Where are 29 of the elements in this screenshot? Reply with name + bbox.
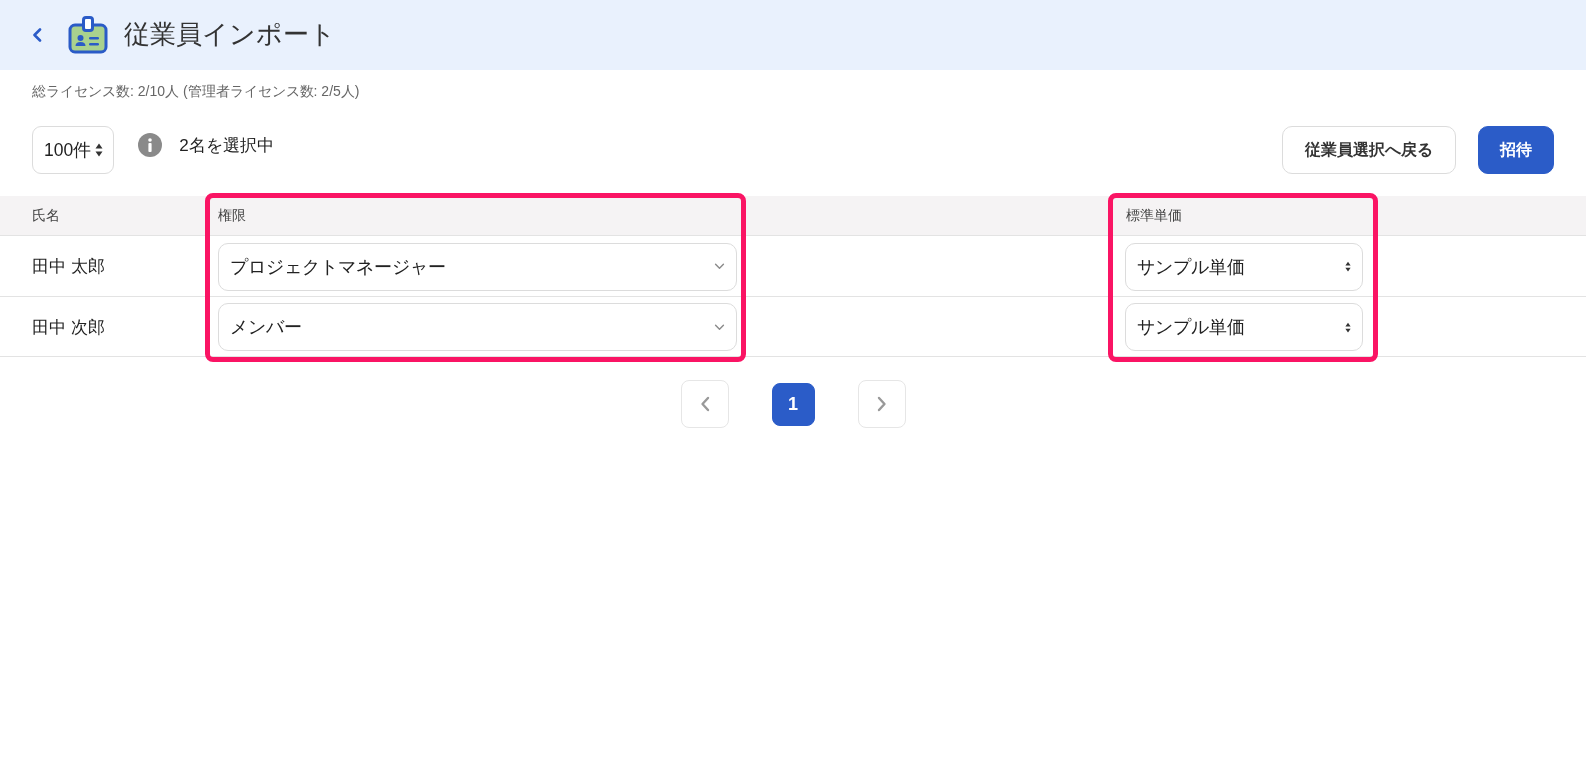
invite-button[interactable]: 招待 xyxy=(1478,126,1554,174)
back-to-selection-button[interactable]: 従業員選択へ戻る xyxy=(1282,126,1456,174)
employee-name: 田中 次郎 xyxy=(32,316,105,339)
up-down-arrows-icon xyxy=(1345,261,1351,272)
unit-price-select[interactable]: サンプル単価 xyxy=(1125,303,1363,351)
up-down-arrows-icon xyxy=(95,143,104,157)
selection-count: 2名を選択中 xyxy=(179,134,274,157)
next-page-button[interactable] xyxy=(857,380,906,428)
license-summary: 総ライセンス数: 2/10人 (管理者ライセンス数: 2/5人) xyxy=(32,82,361,100)
back-button[interactable] xyxy=(30,25,44,45)
page-number-button[interactable]: 1 xyxy=(771,382,815,426)
chevron-down-icon xyxy=(714,323,725,331)
chevron-right-icon xyxy=(876,396,887,412)
chevron-down-icon xyxy=(714,263,725,270)
unit-price-select[interactable]: サンプル単価 xyxy=(1125,242,1363,291)
page-title: 従業員インポート xyxy=(124,19,336,51)
column-header: 権限 xyxy=(218,207,246,225)
chevron-left-icon xyxy=(699,396,710,412)
up-down-arrows-icon xyxy=(1345,321,1351,333)
info-icon xyxy=(138,133,163,157)
column-header: 氏名 xyxy=(32,207,60,225)
page-size-select[interactable]: 100件 xyxy=(32,126,115,174)
role-select[interactable]: メンバー xyxy=(218,303,737,351)
column-header: 標準単価 xyxy=(1126,207,1182,225)
employee-name: 田中 太郎 xyxy=(32,256,105,278)
role-select[interactable]: プロジェクトマネージャー xyxy=(218,242,737,291)
previous-page-button[interactable] xyxy=(680,380,729,428)
id-badge-icon xyxy=(68,16,108,54)
chevron-left-icon xyxy=(32,28,42,42)
